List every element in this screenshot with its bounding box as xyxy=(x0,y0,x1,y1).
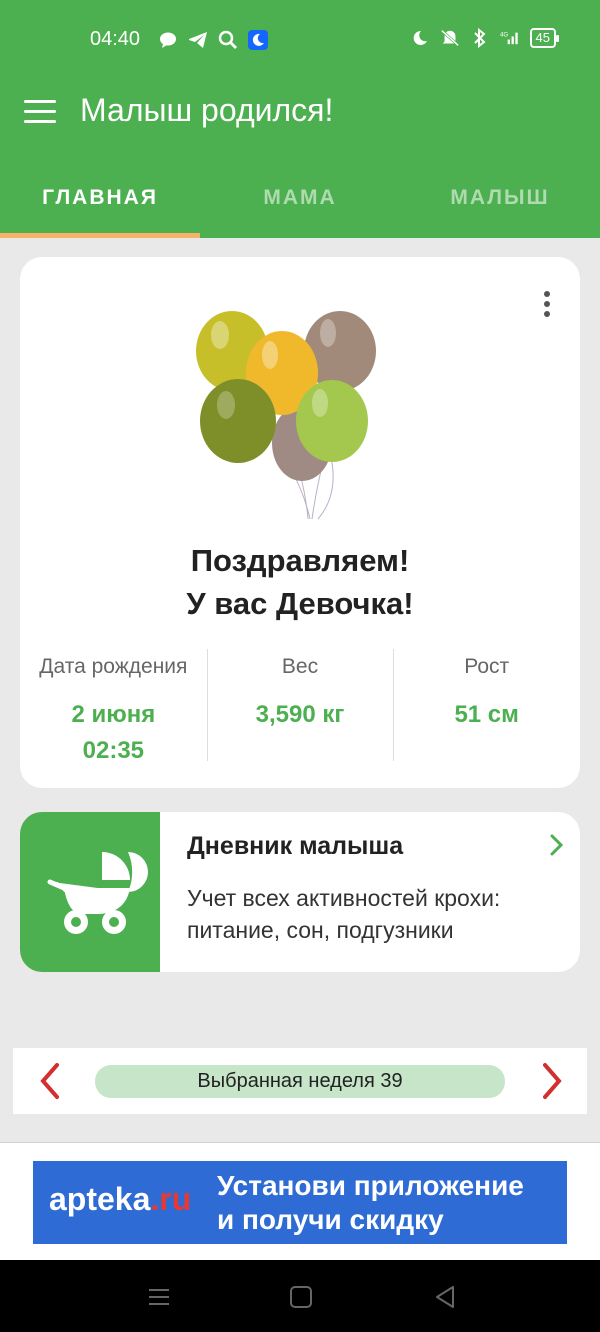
arrow-left-icon[interactable] xyxy=(35,1062,65,1100)
baby-stats: Дата рождения 2 июня 02:35 Вес 3,590 кг … xyxy=(20,649,580,769)
arrow-right-icon[interactable] xyxy=(537,1062,567,1100)
baby-info-card: Поздравляем! У вас Девочка! Дата рождени… xyxy=(20,257,580,788)
ad-brand: apteka.ru xyxy=(49,1181,191,1218)
stat-label: Рост xyxy=(464,655,510,678)
ad-brand-main: apteka xyxy=(49,1181,151,1217)
tab-baby[interactable]: МАЛЫШ xyxy=(400,156,600,238)
more-vert-icon[interactable] xyxy=(544,291,552,317)
back-nav-icon[interactable] xyxy=(432,1284,458,1310)
stat-weight: Вес 3,590 кг xyxy=(206,649,394,769)
congrats-text: Поздравляем! У вас Девочка! xyxy=(20,539,580,625)
stat-value: 2 июня 02:35 xyxy=(20,697,207,769)
selected-week-label: Выбранная неделя 39 xyxy=(95,1065,505,1098)
network-label: 4G xyxy=(500,31,508,38)
status-bar: 04:40 4G 45 xyxy=(0,0,600,80)
chat-bubble-icon xyxy=(158,30,178,50)
system-nav-bar xyxy=(0,1260,600,1332)
chevron-right-icon xyxy=(550,834,564,856)
ad-brand-suffix: .ru xyxy=(150,1181,192,1217)
birth-date-value: 2 июня xyxy=(71,701,156,728)
mute-icon xyxy=(440,28,460,48)
baby-diary-card[interactable]: Дневник малыша Учет всех активностей кро… xyxy=(20,812,580,972)
ad-slogan-line-2: и получи скидку xyxy=(217,1204,444,1235)
home-nav-icon[interactable] xyxy=(288,1284,314,1310)
telegram-icon xyxy=(188,30,208,50)
stroller-icon xyxy=(47,852,148,934)
ad-banner[interactable]: apteka.ru Установи приложение и получи с… xyxy=(33,1161,567,1244)
signal-icon: 4G xyxy=(500,28,520,48)
tab-main[interactable]: ГЛАВНАЯ xyxy=(0,156,200,238)
ad-slogan-line-1: Установи приложение xyxy=(217,1170,524,1201)
status-time: 04:40 xyxy=(90,28,141,50)
stat-label: Вес xyxy=(281,655,319,678)
balloons-illustration xyxy=(196,311,376,520)
tab-mom[interactable]: МАМА xyxy=(200,156,400,238)
menu-icon[interactable] xyxy=(24,100,56,124)
ad-slogan: Установи приложение и получи скидку xyxy=(217,1169,524,1237)
tab-bar: ГЛАВНАЯ МАМА МАЛЫШ xyxy=(0,156,600,238)
congrats-line-1: Поздравляем! xyxy=(190,543,410,578)
weight-value: 3,590 кг xyxy=(255,701,345,728)
diary-description: Учет всех активностей крохи: питание, со… xyxy=(187,885,501,943)
height-value: 51 см xyxy=(454,701,519,728)
battery-indicator: 45 xyxy=(529,28,560,48)
app-title: Малыш родился! xyxy=(80,92,334,128)
bluetooth-icon xyxy=(470,28,490,48)
stat-label: Дата рождения xyxy=(39,655,188,678)
birth-time-value: 02:35 xyxy=(82,737,145,764)
moon-icon xyxy=(410,28,430,48)
app-bar: Малыш родился! xyxy=(0,80,600,156)
stat-height: Рост 51 см xyxy=(393,649,580,769)
congrats-line-2: У вас Девочка! xyxy=(186,586,414,621)
status-left-icons xyxy=(158,30,268,50)
week-selector: Выбранная неделя 39 xyxy=(13,1048,587,1114)
diary-icon-panel xyxy=(20,812,160,972)
moon-badge-icon xyxy=(248,30,268,50)
status-right-icons: 4G 45 xyxy=(410,28,560,48)
menu-nav-icon[interactable] xyxy=(146,1284,172,1310)
ad-zone: apteka.ru Установи приложение и получи с… xyxy=(0,1142,600,1260)
diary-title: Дневник малыша xyxy=(187,832,404,860)
search-icon xyxy=(218,30,238,50)
stat-birth-date: Дата рождения 2 июня 02:35 xyxy=(20,649,207,769)
